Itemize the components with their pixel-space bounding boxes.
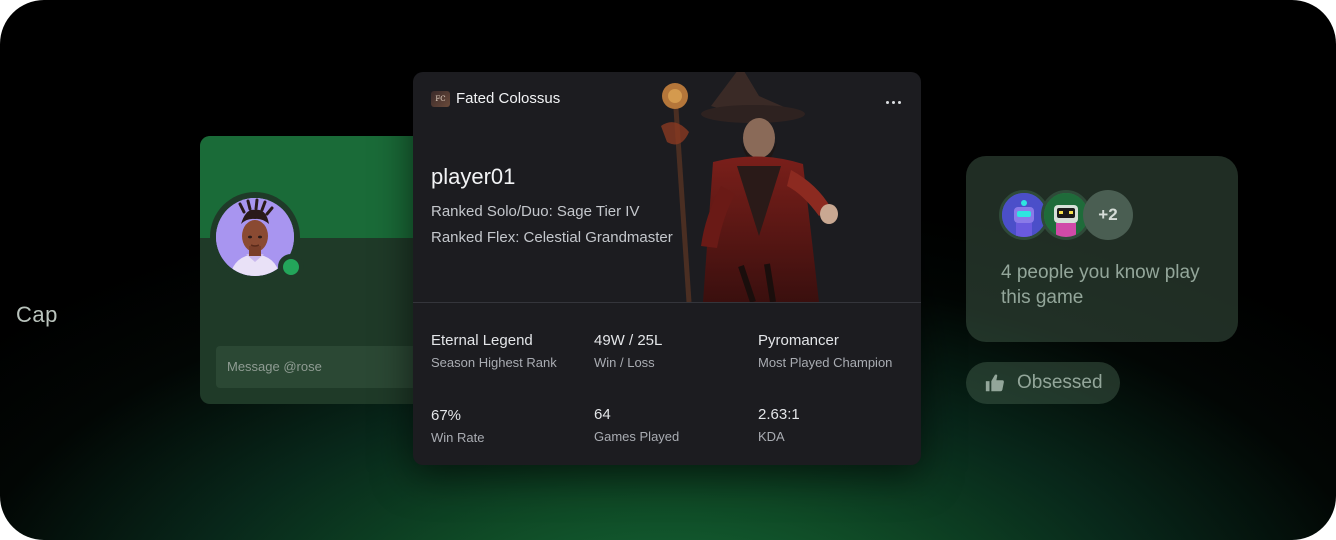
more-options-button[interactable] bbox=[883, 92, 903, 112]
stat-value: 67% bbox=[431, 407, 462, 424]
message-input[interactable]: Message @rose bbox=[216, 346, 426, 388]
dot-icon bbox=[891, 100, 895, 104]
rank-solo-duo: Ranked Solo/Duo: Sage Tier IV bbox=[431, 203, 640, 220]
stat-win-rate: 67% Win Rate bbox=[431, 407, 484, 445]
online-status-dot bbox=[278, 254, 304, 280]
stat-label: Win / Loss bbox=[594, 355, 655, 370]
stat-most-played: Pyromancer Most Played Champion bbox=[758, 332, 892, 370]
stat-value: 2.63:1 bbox=[758, 406, 800, 423]
promo-stage: Message @rose Cap FC Fated Colossus play… bbox=[0, 0, 1336, 540]
game-header: FC Fated Colossus bbox=[431, 90, 560, 107]
obsessed-label: Obsessed bbox=[1017, 372, 1103, 393]
stat-highest-rank: Eternal Legend Season Highest Rank bbox=[431, 332, 557, 370]
dot-icon bbox=[897, 100, 901, 104]
stat-label: Season Highest Rank bbox=[431, 355, 557, 370]
friends-playing-text: 4 people you know play this game bbox=[1001, 262, 1200, 308]
obsessed-reaction-button[interactable]: Obsessed bbox=[966, 362, 1120, 404]
robot-avatar-icon bbox=[1002, 193, 1046, 237]
thumbs-up-icon bbox=[985, 374, 1004, 392]
profile-avatar-ring bbox=[210, 192, 304, 282]
stat-win-loss: 49W / 25L Win / Loss bbox=[594, 332, 662, 370]
stat-label: KDA bbox=[758, 429, 785, 444]
player-name: player01 bbox=[431, 164, 516, 189]
game-title: Fated Colossus bbox=[456, 90, 561, 107]
stat-value: 64 bbox=[594, 406, 611, 423]
stat-value: 49W / 25L bbox=[594, 332, 663, 349]
friends-playing-card: +2 4 people you know play this game bbox=[966, 156, 1238, 342]
stat-label: Most Played Champion bbox=[758, 355, 893, 370]
champion-artwork bbox=[661, 72, 838, 302]
stat-label: Win Rate bbox=[431, 430, 485, 445]
dot-icon bbox=[885, 100, 889, 104]
stat-value: Pyromancer bbox=[758, 332, 839, 349]
stat-value: Eternal Legend bbox=[431, 332, 533, 349]
stat-games-played: 64 Games Played bbox=[594, 406, 679, 444]
game-logo-icon: FC bbox=[431, 90, 450, 107]
profile-username: Cap bbox=[16, 302, 58, 327]
robot-avatar-icon bbox=[1044, 193, 1088, 237]
stat-kda: 2.63:1 KDA bbox=[758, 406, 800, 444]
more-friends-badge: +2 bbox=[1083, 190, 1133, 240]
stat-label: Games Played bbox=[594, 429, 680, 444]
game-activity-card: FC Fated Colossus player01 Ranked Solo/D… bbox=[413, 72, 921, 465]
user-profile-card: Message @rose bbox=[200, 136, 440, 404]
divider bbox=[413, 302, 921, 303]
rank-flex: Ranked Flex: Celestial Grandmaster bbox=[431, 229, 673, 246]
